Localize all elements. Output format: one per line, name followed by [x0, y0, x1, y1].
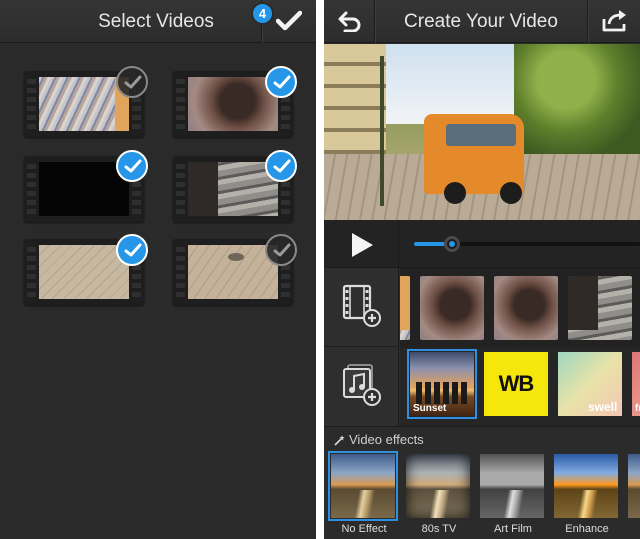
- effect-partial[interactable]: [628, 454, 640, 539]
- film-sprockets: [27, 160, 36, 218]
- effect-no-effect[interactable]: No Effect: [328, 451, 398, 539]
- selected-check-icon[interactable]: [265, 150, 297, 182]
- film-sprockets: [27, 243, 36, 301]
- play-icon: [352, 233, 373, 257]
- film-sprockets: [176, 243, 185, 301]
- effect-label: Enhance: [565, 523, 609, 535]
- clip-thumbnail[interactable]: [420, 276, 484, 340]
- add-music-icon: [343, 364, 381, 406]
- video-thumbnail: [188, 162, 278, 216]
- clip-thumbnail[interactable]: [494, 276, 558, 340]
- film-sprockets: [27, 75, 36, 133]
- effect-thumbnail: [406, 454, 470, 518]
- effect-thumbnail: [328, 451, 398, 521]
- video-grid: [0, 44, 316, 539]
- checkmark-icon: [276, 10, 302, 31]
- effects-title-text: Video effects: [349, 432, 424, 447]
- selected-check-icon[interactable]: [265, 66, 297, 98]
- undo-arrow-icon: [338, 11, 361, 32]
- effect-thumbnail: [480, 454, 544, 518]
- playback-scrubber[interactable]: [414, 236, 640, 252]
- clip-timeline[interactable]: [400, 268, 640, 348]
- back-button[interactable]: [324, 0, 374, 43]
- theme-wb[interactable]: WB: [484, 352, 548, 416]
- clip-thumbnail[interactable]: [568, 276, 632, 340]
- effect-art-film[interactable]: Art Film: [480, 454, 546, 539]
- theme-label: swell: [588, 400, 618, 414]
- play-button[interactable]: [324, 220, 399, 268]
- effect-label: Art Film: [494, 523, 532, 535]
- theme-label: fr: [635, 403, 640, 414]
- effect-80s-tv[interactable]: 80s TV: [406, 454, 472, 539]
- effect-enhance[interactable]: Enhance: [554, 454, 620, 539]
- unselected-check-icon[interactable]: [265, 234, 297, 266]
- page-title: Create Your Video: [404, 11, 558, 32]
- video-thumbnail: [39, 162, 129, 216]
- add-film-icon: [342, 284, 381, 327]
- scrubber-handle[interactable]: [444, 236, 461, 252]
- add-clip-button[interactable]: [324, 268, 399, 347]
- selected-check-icon[interactable]: [116, 150, 148, 182]
- share-icon: [602, 10, 626, 32]
- theme-swell[interactable]: swell: [558, 352, 622, 416]
- clip-thumbnail[interactable]: [400, 276, 410, 340]
- create-video-header: Create Your Video: [324, 0, 640, 43]
- film-sprockets: [176, 75, 185, 133]
- playback-controls: [324, 220, 640, 268]
- share-button[interactable]: [588, 0, 640, 43]
- add-tools: [324, 268, 399, 426]
- video-effects-section: Video effects No Effect 80s TV Art Film …: [324, 426, 640, 539]
- select-videos-screen: Select Videos 4: [0, 0, 316, 539]
- effect-thumbnail: [554, 454, 618, 518]
- theme-strip[interactable]: Sunset WB swell fr: [400, 348, 640, 426]
- theme-label: Sunset: [413, 403, 447, 414]
- effect-label: 80s TV: [421, 523, 457, 535]
- select-videos-header: Select Videos 4: [0, 0, 316, 43]
- effect-label: No Effect: [341, 523, 387, 535]
- theme-wb-logo: WB: [498, 371, 535, 396]
- video-preview[interactable]: [324, 44, 640, 220]
- effect-thumbnail: [628, 454, 640, 518]
- add-music-button[interactable]: [324, 347, 399, 426]
- create-video-screen: Create Your Video Sunset WB swell f Vide…: [324, 0, 640, 539]
- unselected-check-icon[interactable]: [116, 66, 148, 98]
- film-sprockets: [176, 160, 185, 218]
- effects-title: Video effects: [334, 432, 424, 447]
- selected-check-icon[interactable]: [116, 234, 148, 266]
- preview-pole: [380, 56, 384, 206]
- magic-wand-icon: [334, 435, 345, 446]
- preview-van: [424, 114, 524, 204]
- selected-count-badge: 4: [251, 2, 274, 25]
- preview-trees: [514, 44, 640, 164]
- theme-partial[interactable]: fr: [632, 352, 640, 416]
- theme-sunset[interactable]: Sunset: [407, 349, 477, 419]
